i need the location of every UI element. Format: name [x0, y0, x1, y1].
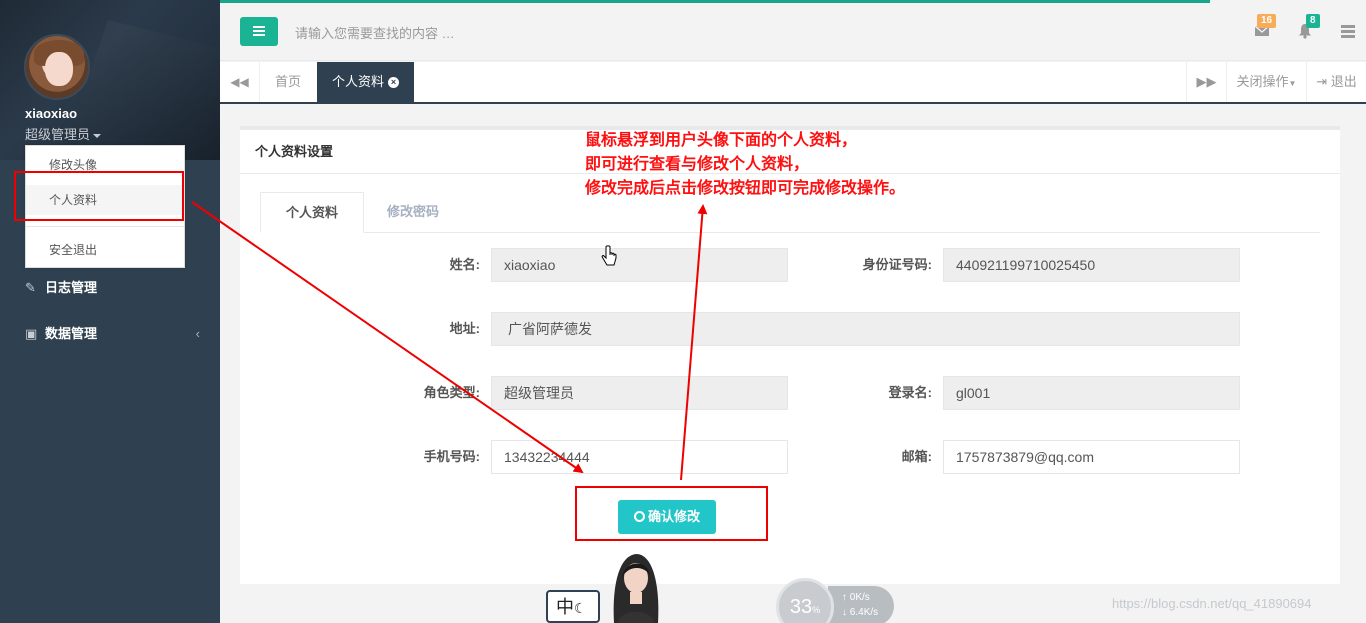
name-field[interactable]: xiaoxiao — [491, 248, 788, 282]
tabs-scroll-right-button[interactable]: ▶▶ — [1186, 62, 1226, 102]
mascot-image — [613, 554, 659, 623]
annotation-line: 即可进行查看与修改个人资料， — [585, 156, 810, 173]
mail-count-badge: 16 — [1257, 14, 1277, 28]
backward-icon: ◀◀ — [230, 75, 249, 89]
email-label: 邮箱: — [901, 449, 932, 464]
hand-cursor-icon — [601, 245, 617, 266]
tab-change-password[interactable]: 修改密码 — [362, 192, 464, 233]
download-speed: ↓ 6.4K/s — [842, 607, 879, 618]
ime-indicator[interactable]: 中☾ — [546, 590, 600, 623]
gauge-value: 33 — [789, 596, 813, 618]
user-avatar[interactable] — [24, 34, 90, 100]
menu-item-logout[interactable]: 安全退出 — [26, 235, 184, 265]
address-field[interactable]: 广省阿萨德发 — [491, 312, 1240, 346]
login-name-label: 登录名: — [888, 385, 932, 400]
id-number-label: 身份证号码: — [862, 257, 932, 272]
highlight-profile-menu-box — [14, 171, 184, 221]
role-type-field[interactable]: 超级管理员 — [491, 376, 788, 410]
download-speed-value: 6.4 — [849, 607, 864, 618]
role-type-label: 角色类型: — [423, 385, 480, 400]
nav-item-data-management[interactable]: ▣ 数据管理 ‹ — [0, 314, 220, 354]
highlight-confirm-button-box — [575, 486, 768, 541]
nav-item-label: 日志管理 — [45, 280, 98, 295]
nav-item-label: 数据管理 — [45, 326, 98, 341]
logout-label: 退出 — [1330, 74, 1357, 89]
chevron-left-icon: ‹ — [195, 326, 200, 341]
caret-down-icon — [93, 133, 102, 138]
email-field[interactable]: 1757873879@qq.com — [943, 440, 1240, 474]
annotation-line: 修改完成后点击修改按钮即可完成修改操作。 — [585, 180, 906, 197]
caret-down-icon: ▼ — [1288, 79, 1297, 88]
top-navbar: 16 8 — [220, 3, 1366, 61]
tab-profile[interactable]: 个人资料 × — [317, 62, 415, 102]
forward-icon: ▶▶ — [1196, 74, 1217, 89]
speed-unit: K/s — [855, 592, 870, 603]
tab-label: 个人资料 — [332, 74, 385, 89]
close-icon[interactable]: × — [388, 77, 400, 89]
edit-icon: ✎ — [25, 280, 36, 295]
logout-button[interactable]: ⇥ 退出 — [1306, 62, 1366, 102]
user-role-label: 超级管理员 — [25, 127, 91, 142]
login-name-field[interactable]: gl001 — [943, 376, 1240, 410]
tabs-scroll-left-button[interactable]: ◀◀ — [220, 62, 260, 102]
sidebar: xiaoxiao 超级管理员 ✎ 日志管理 ▣ 数据管理 ‹ — [0, 0, 220, 623]
id-number-field[interactable]: 440921199710025450 — [943, 248, 1240, 282]
gauge-unit: % — [812, 605, 821, 615]
tasks-icon[interactable] — [1340, 23, 1356, 39]
upload-speed: ↑ 0K/s — [842, 592, 870, 603]
tab-personal-info[interactable]: 个人资料 — [260, 192, 365, 233]
tab-home[interactable]: 首页 — [260, 62, 316, 102]
menu-divider — [26, 226, 184, 227]
menu-toggle-button[interactable] — [240, 17, 278, 46]
annotation-line: 鼠标悬浮到用户头像下面的个人资料， — [585, 132, 858, 149]
speed-readout: ↑ 0K/s ↓ 6.4K/s — [828, 586, 894, 623]
hamburger-icon-bar — [253, 34, 265, 36]
network-speed-widget: ↑ 0K/s ↓ 6.4K/s 33% — [776, 578, 896, 623]
sign-out-icon: ⇥ — [1316, 74, 1328, 89]
hamburger-icon-bar — [253, 26, 265, 28]
avatar-face — [45, 52, 73, 86]
nav-item-log-management[interactable]: ✎ 日志管理 — [0, 268, 220, 308]
phone-label: 手机号码: — [423, 449, 480, 464]
notification-count-badge: 8 — [1306, 14, 1320, 28]
watermark: https://blog.csdn.net/qq_41890694 — [1112, 596, 1312, 611]
annotation-text: 鼠标悬浮到用户头像下面的个人资料， 即可进行查看与修改个人资料， 修改完成后点击… — [585, 129, 905, 201]
ime-label: 中 — [556, 597, 574, 617]
page-tabs-bar: ◀◀ 首页 个人资料 × ▶▶ 关闭操作▼ ⇥ 退出 — [220, 62, 1366, 104]
address-label: 地址: — [449, 321, 480, 336]
close-operations-label: 关闭操作 — [1236, 74, 1289, 89]
moon-icon: ☾ — [574, 600, 587, 616]
speed-unit: K/s — [863, 607, 879, 618]
phone-field[interactable]: 13432234444 — [491, 440, 788, 474]
file-excel-icon: ▣ — [25, 326, 38, 341]
search-input[interactable] — [295, 21, 695, 45]
user-role-toggle[interactable]: 超级管理员 — [25, 124, 102, 143]
memory-usage-gauge[interactable]: 33% — [776, 578, 834, 623]
close-operations-dropdown[interactable]: 关闭操作▼ — [1226, 62, 1306, 102]
hamburger-icon-bar — [253, 30, 265, 32]
username: xiaoxiao — [25, 106, 78, 121]
name-label: 姓名: — [449, 257, 480, 272]
